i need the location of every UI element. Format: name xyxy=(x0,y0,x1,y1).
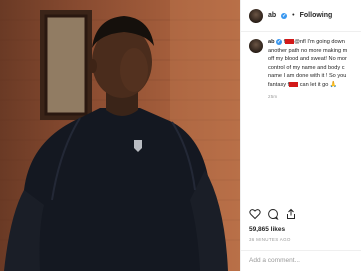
avatar[interactable] xyxy=(249,8,263,23)
caption-verified-badge-icon: ✓ xyxy=(276,39,283,45)
heart-icon[interactable] xyxy=(249,208,261,220)
praying-hands-emoji: 🙏 xyxy=(329,81,338,88)
username-link[interactable]: ab xyxy=(268,12,276,19)
following-button[interactable]: Following xyxy=(300,12,333,19)
caption-line2: another path no more making m xyxy=(268,47,348,54)
header-separator: • xyxy=(292,12,295,19)
post-photo[interactable] xyxy=(0,0,240,271)
likes-count[interactable]: 59,865 likes xyxy=(249,226,285,233)
caption-line6-end: can let it go xyxy=(299,81,329,88)
share-icon[interactable] xyxy=(285,208,297,220)
caption-line1-end: @nfl I'm going down xyxy=(294,39,345,45)
caption-timestamp[interactable]: 25m xyxy=(268,94,361,99)
athlete-photo-illustration xyxy=(0,0,240,271)
verified-badge-icon: ✓ xyxy=(281,12,288,19)
comment-icon[interactable] xyxy=(267,208,279,220)
caption-avatar[interactable] xyxy=(249,39,263,53)
post-time-ago: 36 MINUTES AGO xyxy=(249,237,291,242)
redaction-block xyxy=(285,39,295,45)
caption-line3: off my blood and sweat! No mor xyxy=(268,56,347,63)
caption-line5: name I am done with it ! So you xyxy=(268,73,347,80)
caption-text: ab ✓ f@nfl I'm going down another path n… xyxy=(268,38,361,90)
caption-line4: control of my name and body c xyxy=(268,64,345,71)
add-comment-input[interactable]: Add a comment... xyxy=(241,250,361,271)
action-bar xyxy=(249,206,297,222)
caption-comment: ab ✓ f@nfl I'm going down another path n… xyxy=(249,38,361,99)
post-header: ab ✓ • Following xyxy=(241,0,361,32)
redaction-block xyxy=(289,81,299,87)
post-detail-panel: ab ✓ • Following ab ✓ f@nfl I'm going do… xyxy=(240,0,361,271)
caption-username[interactable]: ab xyxy=(268,39,275,45)
caption-line6-start: fantasy f xyxy=(268,81,290,88)
